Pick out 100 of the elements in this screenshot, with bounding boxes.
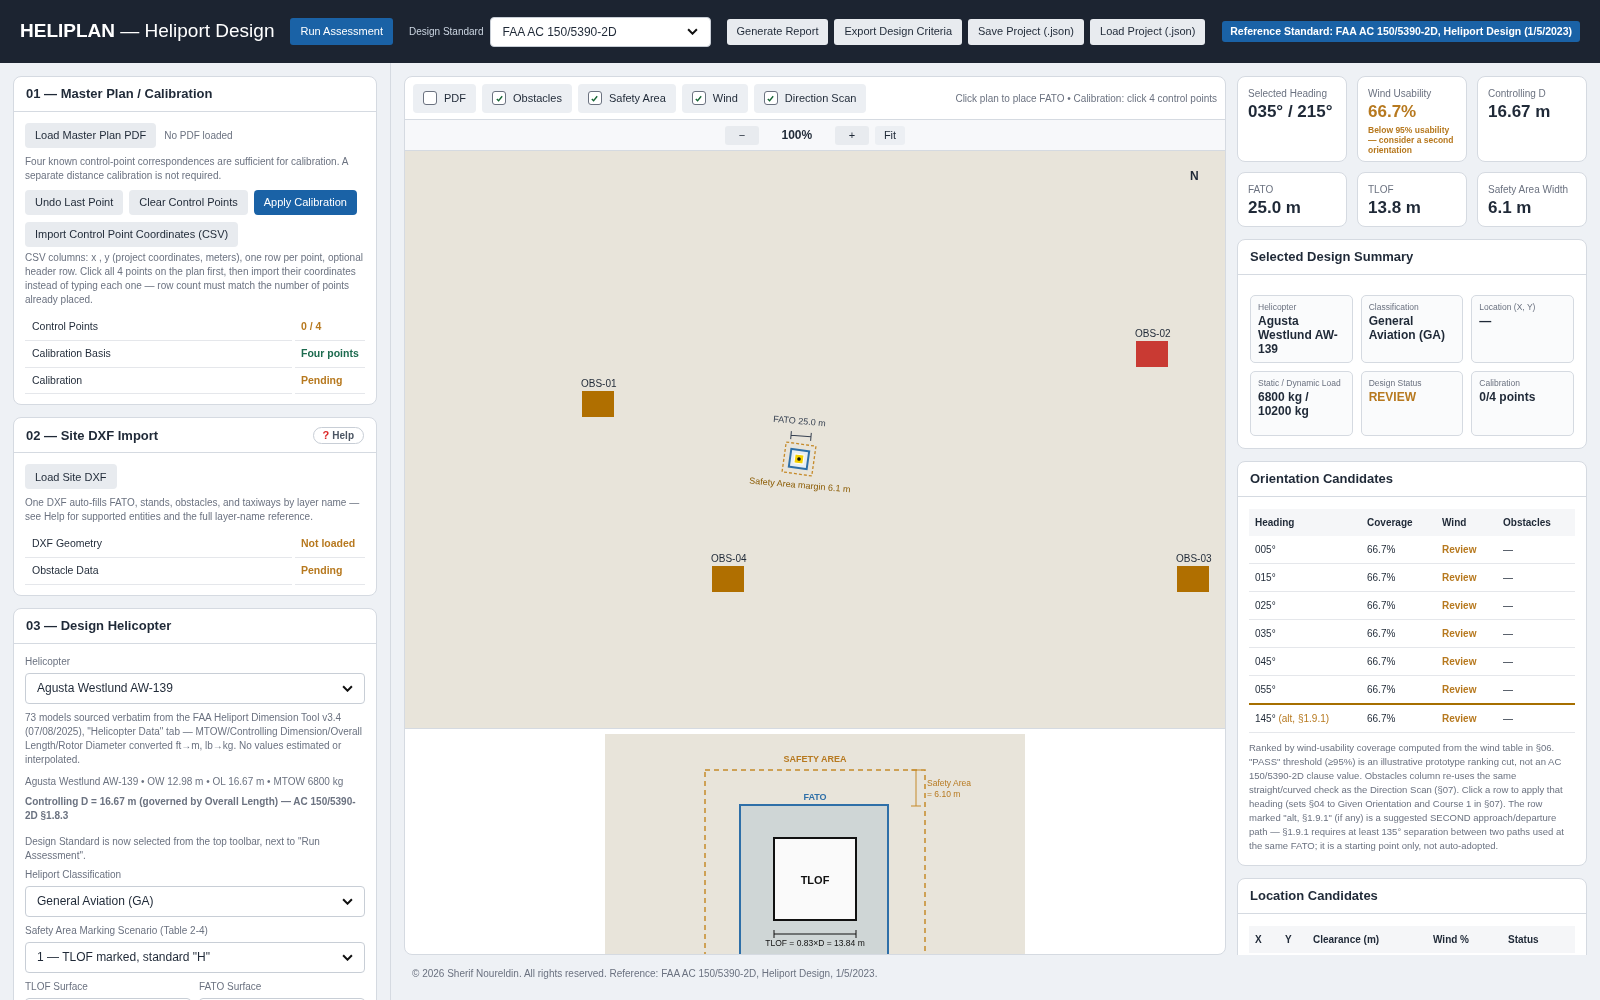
layer-toggle[interactable]: Safety Area — [577, 83, 676, 113]
table-cell: Review — [1436, 619, 1497, 648]
zoom-in-button[interactable]: + — [834, 125, 869, 145]
question-icon: ? — [322, 427, 330, 444]
table-row[interactable]: 015° 66.7% Review — — [1249, 563, 1575, 592]
table-cell: 145° (alt, §1.9.1) — [1249, 704, 1361, 733]
table-row[interactable]: 005° 66.7% Review — — [1249, 536, 1575, 564]
kpi-label: Selected Heading — [1248, 87, 1328, 101]
obstacle-marker[interactable] — [1136, 341, 1168, 367]
checkbox[interactable] — [423, 91, 437, 105]
table-cell: 055° — [1249, 675, 1361, 704]
table-cell: Review — [1436, 563, 1497, 592]
toolbar-button[interactable]: Export Design Criteria — [834, 18, 963, 45]
summary-label: Static / Dynamic Load — [1258, 378, 1342, 388]
obstacle-marker[interactable] — [582, 391, 614, 417]
checkbox[interactable] — [691, 91, 706, 105]
layer-toggle[interactable]: Obstacles — [482, 83, 572, 113]
run-assessment-button[interactable]: Run Assessment — [290, 18, 393, 45]
status-label: Control Points — [25, 314, 292, 341]
column-header: Coverage — [1361, 509, 1436, 536]
kpi-label: Controlling D — [1488, 87, 1547, 101]
summary-value: 6800 kg / 10200 kg — [1258, 390, 1310, 418]
summary-value: REVIEW — [1368, 390, 1417, 404]
status-value: Pending — [295, 367, 365, 395]
summary-value: — — [1479, 314, 1493, 328]
checkbox[interactable] — [587, 91, 602, 105]
select-field[interactable]: 1 — TLOF marked, standard "H" — [25, 941, 365, 973]
column-header: Heading — [1249, 509, 1361, 536]
kpi-label: Wind Usability — [1368, 87, 1433, 101]
kpi-value: 035° / 215° — [1248, 101, 1334, 123]
table-cell: Review — [1436, 591, 1497, 620]
layer-toggle[interactable]: Wind — [681, 83, 748, 113]
safety-area-label: SAFETY AREA — [783, 754, 847, 764]
table-cell: — — [1497, 647, 1575, 676]
status-value: 0 / 4 — [295, 314, 365, 341]
table-cell: Review — [1436, 704, 1497, 733]
summary-value: 0/4 points — [1479, 390, 1537, 404]
plan-canvas[interactable]: N OBS-01 OBS-02 OBS-04 OBS-03 FATO 25.0 m Safety Area margin 6.1 m — [405, 151, 1225, 729]
table-cell: — — [1497, 563, 1575, 592]
import-csv-button[interactable]: Import Control Point Coordinates (CSV) — [25, 222, 239, 247]
layer-toggle[interactable]: Direction Scan — [753, 83, 867, 113]
reference-badge: Reference Standard: FAA AC 150/5390-2D, Heliport Design (1/5/2023) — [1222, 20, 1580, 43]
standard-select[interactable]: FAA AC 150/5390-2D — [489, 16, 711, 47]
fato-marker-drawing — [781, 441, 817, 477]
obstacle-label: OBS-03 — [1176, 552, 1212, 566]
panel-title: 03 — Design Helicopter — [26, 617, 172, 635]
summary-label: Calibration — [1479, 378, 1521, 388]
obstacle-marker[interactable] — [712, 566, 744, 592]
layer-toggle[interactable]: PDF — [413, 83, 476, 113]
table-row[interactable]: 035° 66.7% Review — — [1249, 619, 1575, 648]
table-row[interactable]: 025° 66.7% Review — — [1249, 591, 1575, 620]
field-label: FATO Surface — [199, 979, 263, 994]
panel-title: 02 — Site DXF Import — [26, 426, 159, 445]
standard-label: Design Standard — [409, 25, 484, 39]
table-cell: 66.7% — [1361, 704, 1436, 733]
kpi-value: 66.7% — [1368, 101, 1418, 123]
load-pdf-button[interactable]: Load Master Plan PDF — [25, 123, 157, 148]
kpi-note: Below 95% usability — consider a second orientation — [1368, 125, 1455, 155]
kpi-value: 13.8 m — [1368, 197, 1422, 219]
column-header: Clearance (m) — [1307, 926, 1427, 953]
check-icon — [694, 93, 704, 103]
caret-icon — [342, 684, 353, 692]
panel-title: Orientation Candidates — [1250, 470, 1394, 489]
select-field[interactable]: Agusta Westlund AW-139 — [25, 672, 365, 704]
toolbar-button[interactable]: Generate Report — [726, 18, 829, 45]
column-header: Obstacles — [1497, 509, 1575, 536]
calibration-button[interactable]: Clear Control Points — [129, 190, 248, 215]
tlof-label: TLOF — [800, 874, 830, 886]
table-cell: 66.7% — [1361, 675, 1436, 704]
safety-dimension-label: Safety Area — [927, 778, 971, 788]
column-header: Status — [1502, 926, 1575, 953]
zoom-out-button[interactable]: − — [724, 125, 759, 145]
table-cell: 66.7% — [1361, 536, 1436, 564]
checkbox[interactable] — [492, 91, 506, 105]
field-label: Helicopter — [25, 654, 72, 669]
status-value: Pending — [295, 558, 365, 585]
load-dxf-button[interactable]: Load Site DXF — [25, 464, 117, 490]
help-text: Design Standard is now selected from the top toolbar, next to "Run Assessment". — [25, 834, 321, 863]
panel-title: Selected Design Summary — [1250, 248, 1414, 267]
toolbar-button[interactable]: Load Project (.json) — [1090, 18, 1206, 45]
help-text: Controlling D = 16.67 m (governed by Overall Length) — AC 150/5390-2D §1.8.3 — [25, 794, 357, 823]
table-row[interactable]: 145° (alt, §1.9.1) 66.7% Review — — [1249, 704, 1575, 733]
table-row[interactable]: 045° 66.7% Review — — [1249, 647, 1575, 676]
table-cell: — — [1497, 536, 1575, 564]
safety-margin-label: Safety Area margin 6.1 m — [748, 474, 851, 497]
dimension-bracket — [790, 431, 812, 441]
checkbox[interactable] — [763, 91, 778, 105]
check-icon — [494, 93, 504, 103]
fit-button[interactable]: Fit — [874, 125, 906, 145]
table-cell: 045° — [1249, 647, 1361, 676]
summary-label: Location (X, Y) — [1479, 302, 1537, 312]
calibration-button[interactable]: Apply Calibration — [253, 190, 357, 215]
calibration-button[interactable]: Undo Last Point — [25, 190, 124, 215]
toolbar-button[interactable]: Save Project (.json) — [968, 18, 1084, 45]
summary-label: Design Status — [1368, 378, 1423, 388]
obstacle-marker[interactable] — [1177, 566, 1209, 592]
field-label: Heliport Classification — [25, 867, 123, 882]
select-field[interactable]: General Aviation (GA) — [25, 885, 365, 917]
safety-dimension-line — [910, 769, 922, 807]
table-row[interactable]: 055° 66.7% Review — — [1249, 675, 1575, 704]
